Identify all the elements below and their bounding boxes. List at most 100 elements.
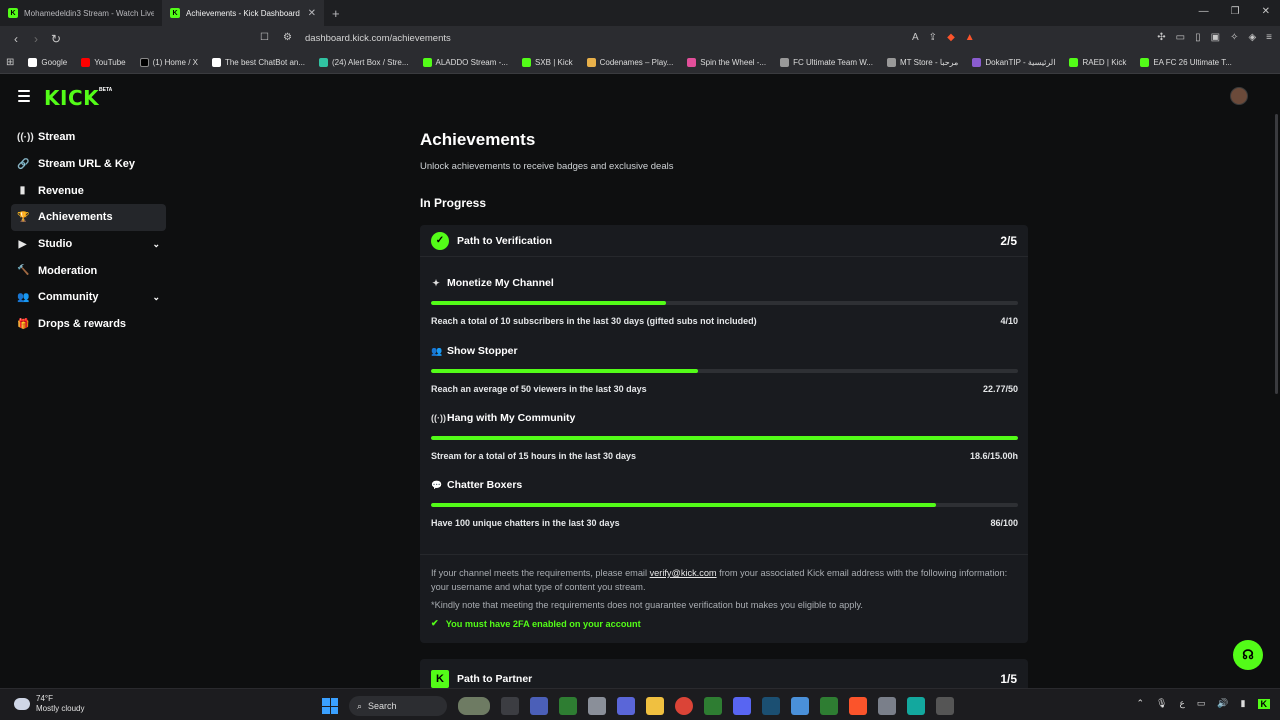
avatar[interactable] <box>1230 87 1248 105</box>
verification-note: If your channel meets the requirements, … <box>431 568 1008 592</box>
address-bar[interactable]: dashboard.kick.com/achievements <box>305 33 451 44</box>
page-subtitle: Unlock achievements to receive badges an… <box>420 161 674 172</box>
sidebar-item-moderation[interactable]: 🔨 Moderation <box>11 257 166 284</box>
file-explorer-icon[interactable] <box>646 697 664 715</box>
bookmark[interactable]: (1) Home / X <box>139 58 198 67</box>
hamburger-menu-icon[interactable] <box>18 90 30 105</box>
close-window-icon[interactable]: ✕ <box>1262 6 1270 17</box>
leo-icon[interactable]: ✧ <box>1230 32 1238 43</box>
menu-icon[interactable]: ≡ <box>1266 32 1272 43</box>
chevron-down-icon[interactable]: ⌄ <box>152 239 160 250</box>
network-icon[interactable]: ▭ <box>1197 698 1206 709</box>
bookmark[interactable]: (24) Alert Box / Stre... <box>319 58 409 67</box>
kick-logo[interactable]: KICK <box>44 86 99 110</box>
back-icon[interactable]: ‹ <box>6 32 26 46</box>
xbox-icon[interactable] <box>559 697 577 715</box>
xbox-bar-icon[interactable] <box>820 697 838 715</box>
minimize-icon[interactable]: — <box>1199 6 1209 17</box>
sidebar-item-label: Stream URL & Key <box>38 158 135 171</box>
taskbar-app-icon[interactable] <box>936 697 954 715</box>
language-icon[interactable]: ع <box>1179 698 1184 709</box>
sidebar-item-achievements[interactable]: 🏆 Achievements <box>11 204 166 231</box>
signal-icon: ((·)) <box>431 413 446 423</box>
sidebar-item-label: Achievements <box>38 211 113 224</box>
achievements-main: Achievements Unlock achievements to rece… <box>420 130 1030 688</box>
notepad-icon[interactable] <box>791 697 809 715</box>
chat-icon: 💬 <box>431 479 443 490</box>
tray-overflow-icon[interactable]: ⌃ <box>1136 698 1144 709</box>
reload-icon[interactable]: ↻ <box>46 32 66 46</box>
bookmark[interactable]: MT Store - مرحبا <box>886 58 958 67</box>
page-scrollbar[interactable] <box>1275 114 1278 394</box>
new-tab-button[interactable]: + <box>332 6 340 21</box>
bookmark[interactable]: The best ChatBot an... <box>211 58 305 67</box>
bookmark[interactable]: EA FC 26 Ultimate T... <box>1140 58 1232 67</box>
task-view-icon[interactable] <box>501 697 519 715</box>
brave-rewards-icon[interactable]: ▲ <box>965 32 975 43</box>
brave-shield-icon[interactable]: ◆ <box>947 32 955 43</box>
discord-icon[interactable] <box>733 697 751 715</box>
chevron-down-icon[interactable]: ⌄ <box>152 292 160 303</box>
kick-tray-icon[interactable]: K <box>1257 698 1270 709</box>
bookmark[interactable]: YouTube <box>81 58 126 67</box>
sidebar-item-drops-rewards[interactable]: 🎁 Drops & rewards <box>11 311 166 338</box>
verify-email-link[interactable]: verify@kick.com <box>650 568 717 578</box>
reading-list-icon[interactable]: ▭ <box>1176 32 1185 43</box>
partner-card[interactable]: K Path to Partner 1/5 <box>420 659 1028 688</box>
sidebar-item-stream-url-key[interactable]: 🔗 Stream URL & Key <box>11 151 166 178</box>
progress-fill <box>431 301 666 305</box>
sidebar-item-studio[interactable]: ▶ Studio ⌄ <box>11 231 166 258</box>
browser-tab-achievements[interactable]: K Achievements - Kick Dashboard ✕ <box>162 0 324 26</box>
brave-icon[interactable] <box>849 697 867 715</box>
start-button[interactable] <box>322 698 338 714</box>
sidebar-icon[interactable]: ▯ <box>1195 32 1201 43</box>
achievement-desc-row: Stream for a total of 15 hours in the la… <box>431 451 1018 461</box>
forward-icon[interactable]: › <box>26 32 46 46</box>
browser-tab-stream[interactable]: K Mohamedeldin3 Stream - Watch Live <box>0 0 162 26</box>
bookmark[interactable]: FC Ultimate Team W... <box>780 58 873 67</box>
tab-title: Mohamedeldin3 Stream - Watch Live <box>24 8 154 18</box>
taskbar-app-icon[interactable] <box>617 697 635 715</box>
kick-favicon-icon: K <box>170 8 180 18</box>
bookmark[interactable]: Codenames – Play... <box>586 58 673 67</box>
bookmark[interactable]: Spin the Wheel -... <box>687 58 766 67</box>
maximize-icon[interactable]: ❐ <box>1231 6 1240 17</box>
weather-widget[interactable]: 74°F Mostly cloudy <box>14 694 84 714</box>
extensions-icon[interactable]: ✣ <box>1157 32 1165 43</box>
bookmark[interactable]: SXB | Kick <box>521 58 573 67</box>
taskbar-app-icon[interactable] <box>878 697 896 715</box>
search-icon: ⌕ <box>357 700 363 711</box>
taskbar-app-icon[interactable] <box>530 697 548 715</box>
taskbar-search[interactable]: ⌕ Search <box>349 696 447 716</box>
progress-bar <box>431 436 1018 440</box>
translate-icon[interactable]: A <box>912 32 919 43</box>
sidebar-item-stream[interactable]: ((·)) Stream <box>11 124 166 151</box>
wallet-icon[interactable]: ▣ <box>1211 32 1220 43</box>
volume-icon[interactable]: 🔊 <box>1217 698 1228 709</box>
site-info-icon[interactable]: ⚙ <box>283 32 292 43</box>
bookmark[interactable]: RAED | Kick <box>1069 58 1126 67</box>
xbox-app-icon[interactable] <box>704 697 722 715</box>
close-tab-icon[interactable]: ✕ <box>308 8 316 19</box>
progress-bar <box>431 369 1018 373</box>
taskbar-app-icon[interactable] <box>907 697 925 715</box>
progress-fill <box>431 436 1018 440</box>
store-icon[interactable] <box>588 697 606 715</box>
bookmark[interactable]: Google <box>28 58 67 67</box>
share-icon[interactable]: ⇪ <box>929 32 937 43</box>
chrome-icon[interactable] <box>675 697 693 715</box>
battery-icon[interactable]: ▮ <box>1241 698 1246 709</box>
apps-icon[interactable]: ⊞ <box>6 57 14 68</box>
support-chat-icon[interactable]: ☊ <box>1233 640 1263 670</box>
sidebar-item-community[interactable]: 👥 Community ⌄ <box>11 284 166 311</box>
achievement-description: Have 100 unique chatters in the last 30 … <box>431 518 620 528</box>
bookmark[interactable]: DokanTIP - الرئيسية <box>972 58 1055 67</box>
microphone-icon[interactable]: 🎙 <box>1156 698 1167 709</box>
bookmark-icon[interactable]: ☐ <box>260 32 269 43</box>
taskbar-app-icon[interactable] <box>458 697 490 715</box>
bookmark[interactable]: ALADDO Stream -... <box>422 58 508 67</box>
vpn-icon[interactable]: ◈ <box>1248 32 1256 43</box>
steam-icon[interactable] <box>762 697 780 715</box>
sidebar-item-revenue[interactable]: ▮ Revenue <box>11 177 166 204</box>
verification-card-header[interactable]: ✓ Path to Verification 2/5 <box>420 225 1028 257</box>
